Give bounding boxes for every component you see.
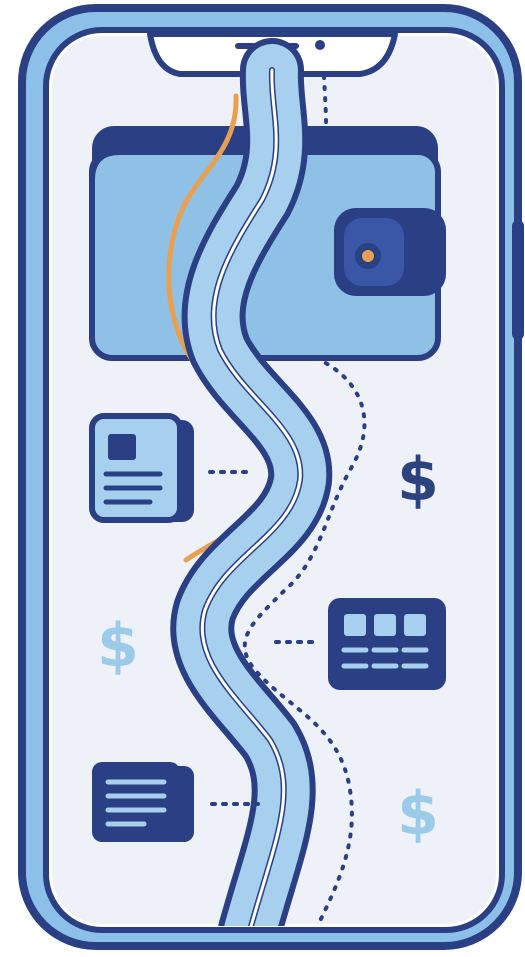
dollar-icon-light-left: $ (97, 611, 139, 681)
grid-card-body (328, 598, 446, 690)
camera-dot (315, 40, 325, 50)
wallet-button-center (362, 250, 374, 262)
grid-cell-2 (374, 614, 396, 636)
dollar-icon-dark: $ (397, 445, 439, 515)
document-body (92, 762, 180, 842)
grid-cell-1 (344, 614, 366, 636)
side-button (512, 220, 524, 340)
fintech-phone-illustration: $ $ $ (0, 0, 525, 953)
grid-cell-3 (404, 614, 426, 636)
illustration-canvas: $ $ $ (18, 4, 524, 950)
id-card-photo (108, 434, 136, 460)
dollar-icon-light-right: $ (397, 779, 439, 849)
